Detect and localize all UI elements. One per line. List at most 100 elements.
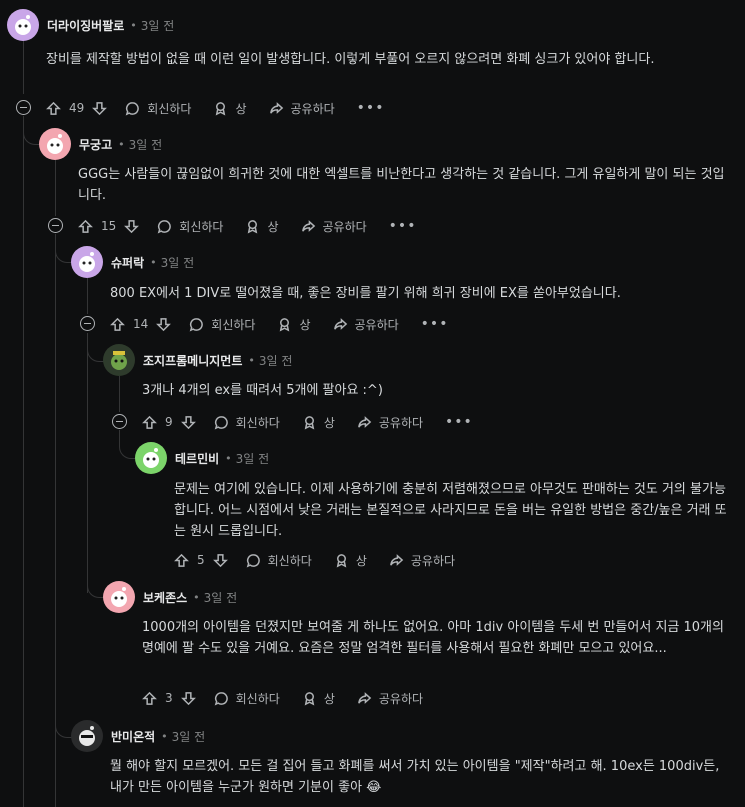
comment-actions: 9 회신하다 상 공유하다 ••• [142, 410, 473, 434]
vote-count: 49 [69, 101, 85, 115]
share-icon [301, 219, 315, 232]
thread-line [87, 333, 88, 593]
downvote-icon[interactable] [212, 553, 228, 568]
downvote-icon[interactable] [180, 415, 196, 430]
snoo-icon [111, 351, 127, 370]
avatar[interactable] [103, 344, 135, 376]
separator-dot: • [118, 137, 125, 151]
award-button[interactable]: 상 [245, 218, 279, 235]
thread-elbow [23, 116, 40, 145]
more-options-button[interactable]: ••• [421, 316, 449, 332]
award-icon [280, 317, 290, 331]
comment-actions: 14 회신하다 상 공유하다 ••• [110, 312, 448, 336]
reply-button[interactable]: 회신하다 [189, 316, 255, 333]
vote-control: 5 [174, 553, 228, 568]
share-label: 공유하다 [378, 691, 424, 706]
collapse-thread-button[interactable] [112, 414, 127, 429]
avatar[interactable] [71, 720, 103, 752]
comment-author[interactable]: 무궁고 [79, 136, 112, 153]
reply-button[interactable]: 회신하다 [214, 690, 280, 707]
award-button[interactable]: 상 [302, 690, 335, 707]
comment-time: 3일 전 [160, 255, 195, 270]
comment-icon [157, 219, 172, 233]
reply-button[interactable]: 회신하다 [125, 100, 191, 117]
thread-line [87, 278, 88, 314]
upvote-icon[interactable] [142, 691, 157, 706]
thread-line [23, 40, 24, 94]
snoo-icon [111, 587, 127, 607]
share-button[interactable]: 공유하다 [357, 414, 423, 431]
avatar[interactable] [135, 442, 167, 474]
award-button[interactable]: 상 [213, 100, 247, 117]
award-icon [304, 415, 315, 429]
comment-body: 문제는 여기에 있습니다. 이제 사용하기에 충분히 저렴해졌으므로 아무것도 … [174, 482, 727, 539]
downvote-icon[interactable] [156, 317, 172, 332]
reply-button[interactable]: 회신하다 [157, 218, 223, 235]
comment-author[interactable]: 더라이징버팔로 [47, 17, 124, 34]
snoo-icon [79, 252, 95, 272]
comment-author[interactable]: 테르민비 [175, 450, 219, 467]
comment-header: 반미온적 • 3일 전 [71, 719, 205, 753]
comment-author[interactable]: 보케존스 [143, 589, 187, 606]
avatar[interactable] [103, 581, 135, 613]
upvote-icon[interactable] [174, 553, 189, 568]
comment-time: 3일 전 [128, 137, 163, 152]
snoo-icon [15, 15, 31, 35]
share-icon [269, 101, 283, 114]
thread-line [23, 116, 24, 807]
downvote-icon[interactable] [180, 691, 196, 706]
comment-actions: 5 회신하다 상 공유하다 [174, 548, 477, 572]
upvote-icon[interactable] [110, 317, 125, 332]
collapse-thread-button[interactable] [16, 100, 31, 115]
share-button[interactable]: 공유하다 [357, 690, 423, 707]
downvote-icon[interactable] [92, 101, 108, 116]
award-label: 상 [323, 691, 335, 706]
comment-icon [189, 317, 204, 331]
vote-control: 49 [46, 101, 108, 116]
award-icon [336, 553, 347, 567]
award-button[interactable]: 상 [277, 316, 311, 333]
vote-count: 9 [165, 415, 173, 429]
more-options-button[interactable]: ••• [389, 218, 417, 234]
share-button[interactable]: 공유하다 [333, 316, 399, 333]
collapse-thread-button[interactable] [80, 316, 95, 331]
upvote-icon[interactable] [46, 101, 61, 116]
more-options-button[interactable]: ••• [357, 100, 385, 116]
comment-author[interactable]: 슈퍼락 [111, 254, 144, 271]
award-button[interactable]: 상 [302, 414, 335, 431]
comment-header: 더라이징버팔로 • 3일 전 [7, 8, 174, 42]
snoo-icon [47, 134, 63, 154]
comment-author[interactable]: 조지프롬메니지먼트 [143, 352, 242, 369]
avatar[interactable] [39, 128, 71, 160]
comment-header: 보케존스 • 3일 전 [103, 580, 237, 614]
reply-button[interactable]: 회신하다 [214, 414, 280, 431]
thread-elbow [55, 705, 72, 738]
comment-author[interactable]: 반미온적 [111, 728, 155, 745]
more-options-button[interactable]: ••• [445, 414, 473, 430]
comment-body: GGG는 사람들이 끊임없이 희귀한 것에 대한 엑셀트를 비난한다고 생각하는… [78, 167, 725, 203]
separator-dot: • [150, 255, 157, 269]
reply-label: 회신하다 [179, 219, 224, 234]
share-button[interactable]: 공유하다 [301, 218, 367, 235]
reply-button[interactable]: 회신하다 [246, 552, 312, 569]
downvote-icon[interactable] [124, 219, 140, 234]
comment-icon [214, 691, 228, 705]
upvote-icon[interactable] [142, 415, 157, 430]
upvote-icon[interactable] [78, 219, 93, 234]
share-button[interactable]: 공유하다 [269, 100, 335, 117]
collapse-thread-button[interactable] [48, 218, 63, 233]
comment-time: 3일 전 [140, 18, 175, 33]
share-icon [389, 553, 404, 566]
separator-dot: • [130, 18, 137, 32]
vote-control: 3 [142, 691, 196, 706]
avatar[interactable] [71, 246, 103, 278]
comment-icon [246, 553, 260, 567]
comment-icon [214, 415, 228, 429]
thread-line [55, 160, 56, 216]
comment-time: 3일 전 [171, 729, 206, 744]
avatar[interactable] [7, 9, 39, 41]
share-button[interactable]: 공유하다 [389, 552, 455, 569]
reply-label: 회신하다 [211, 317, 256, 332]
award-button[interactable]: 상 [334, 552, 367, 569]
vote-control: 9 [142, 415, 196, 430]
